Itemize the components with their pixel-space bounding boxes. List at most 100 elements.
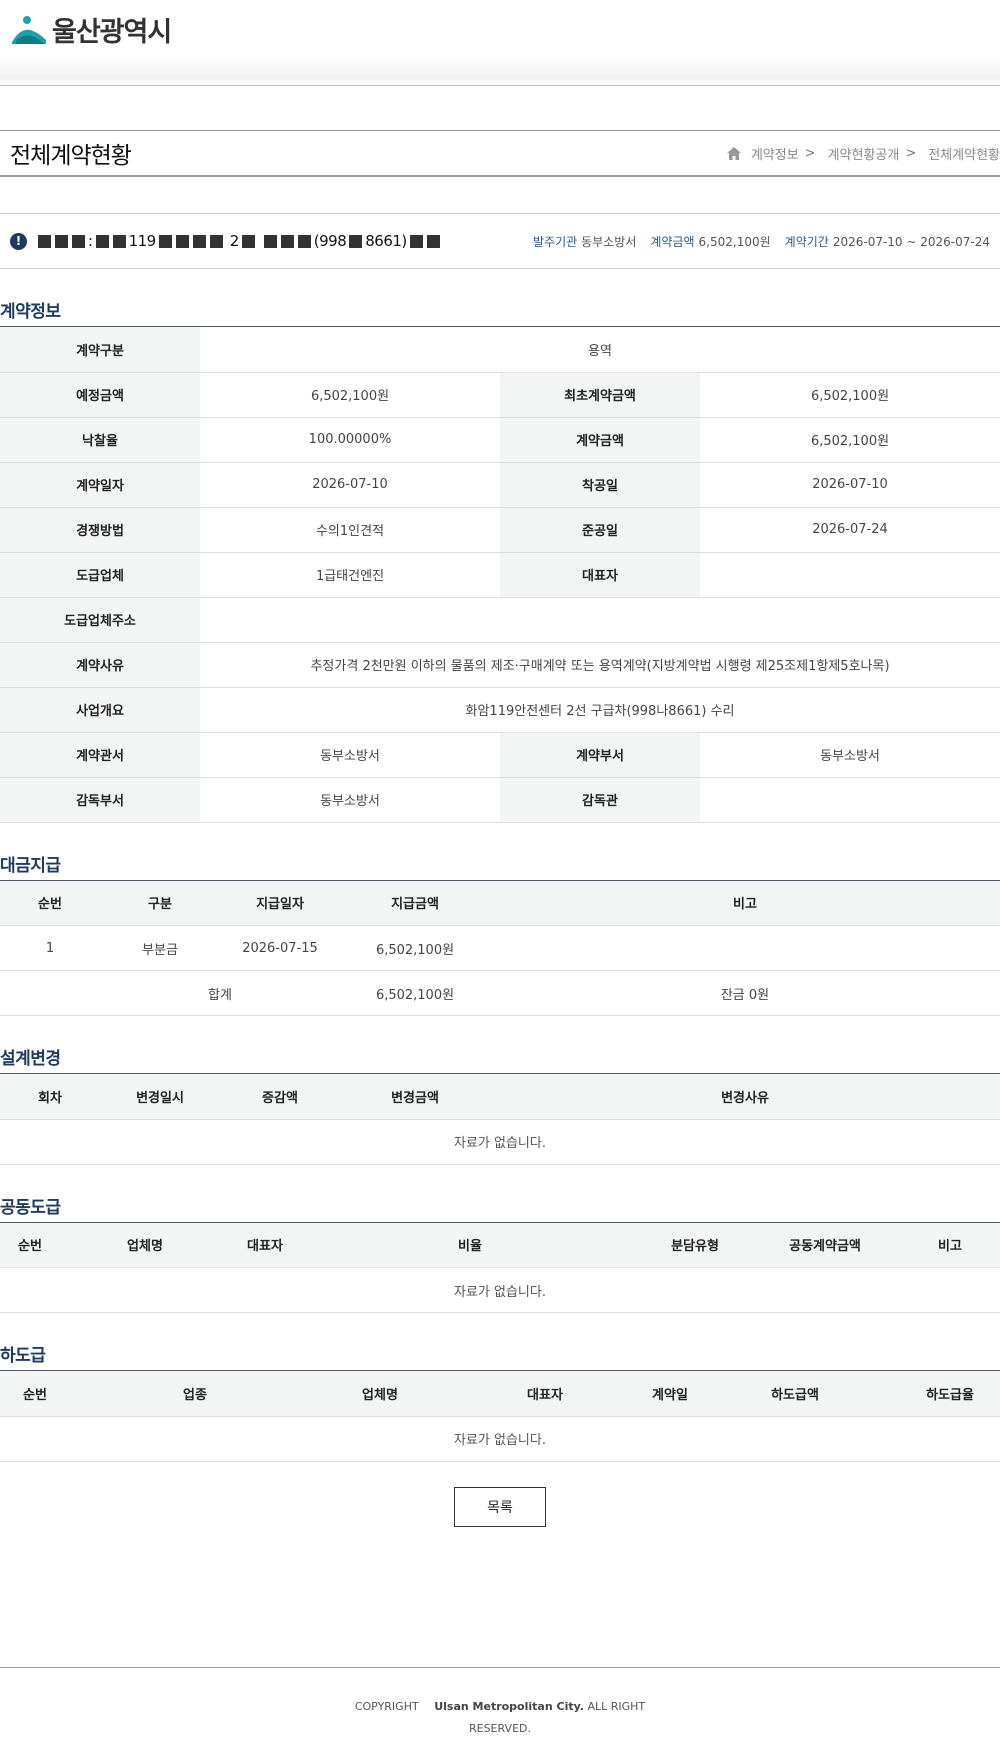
footer-reserved: RESERVED. (468, 1721, 531, 1735)
section-title: 대금지급 (0, 851, 1000, 881)
summary-title-group: ! : 119 2 (998 8661) (10, 232, 441, 250)
field-label: 도급업체 (0, 552, 200, 598)
col-header: 순번 (0, 880, 100, 926)
col-header: 구분 (100, 880, 220, 926)
table-row: 낙찰율 100.00000% 계약금액 6,502,100원 (0, 417, 1000, 463)
section-title: 하도급 (0, 1341, 1000, 1371)
design-change-section: 설계변경 회차 변경일시 증감액 변경금액 변경사유 자료가 없습니다. (0, 1044, 1000, 1165)
field-value: 6,502,100원 (700, 417, 1000, 463)
col-header: 계약일 (650, 1371, 690, 1417)
col-header: 변경일시 (100, 1074, 220, 1120)
ulsan-logo-icon (12, 15, 46, 44)
section-title: 계약정보 (0, 297, 1000, 327)
cell: 2026-07-15 (220, 925, 340, 971)
contract-title-part: : (88, 232, 93, 250)
contract-title-part: 8661) (365, 232, 407, 250)
field-value: 6,502,100원 (700, 372, 1000, 418)
joint-contract-section: 공동도급 순번 업체명 대표자 비율 분담유형 공동계약금액 비고 자료가 없습… (0, 1193, 1000, 1313)
redaction-block (158, 234, 172, 248)
field-label: 사업개요 (0, 687, 200, 733)
site-header: 울산광역시 (0, 0, 1000, 86)
issuer-value: 동부소방서 (581, 234, 637, 249)
period-label: 계약기간 (784, 234, 829, 249)
breadcrumb-item-contract-info[interactable]: 계약정보 (751, 144, 799, 163)
table-row: 예정금액 6,502,100원 최초계약금액 6,502,100원 (0, 372, 1000, 418)
field-label: 준공일 (500, 507, 700, 553)
issuer-label: 발주기관 (532, 234, 578, 249)
footer-rights: ALL RIGHT (587, 1699, 646, 1713)
field-value: 2026-07-10 (200, 462, 500, 508)
field-value: 동부소방서 (200, 777, 500, 823)
redaction-block (72, 234, 85, 248)
field-value: 동부소방서 (700, 732, 1000, 778)
field-value: 6,502,100원 (200, 372, 500, 418)
subcontract-table: 순번 업종 업체명 대표자 계약일 하도급액 하도급율 자료가 없습니다. (0, 1371, 1000, 1462)
total-label: 합계 (0, 970, 340, 1016)
col-header: 비고 (900, 1222, 1000, 1268)
field-label: 최초계약금액 (500, 372, 700, 418)
redaction-block (192, 234, 206, 248)
summary-amount: 계약금액 6,502,100원 (650, 233, 770, 250)
list-button[interactable]: 목록 (454, 1486, 546, 1527)
site-footer: COPYRIGHT Ulsan Metropolitan City. ALL R… (0, 1666, 1000, 1763)
field-label: 계약관서 (0, 732, 200, 778)
table-row: 감독부서 동부소방서 감독관 (0, 777, 1000, 823)
table-header-row: 순번 업종 업체명 대표자 계약일 하도급액 하도급율 (0, 1371, 1000, 1417)
total-note: 잔금 0원 (490, 970, 1000, 1016)
total-row: 합계 6,502,100원 잔금 0원 (0, 970, 1000, 1016)
contract-title-part: 2 (229, 232, 240, 250)
site-logo[interactable]: 울산광역시 (10, 10, 172, 49)
col-header: 순번 (0, 1371, 70, 1417)
title-bar: 전체계약현황 계약정보 > 계약현황공개 > 전체계약현황 (0, 130, 1000, 177)
payment-section: 대금지급 순번 구분 지급일자 지급금액 비고 1 부분금 2026-07-15… (0, 851, 1000, 1016)
summary-period: 계약기간 2026-07-10 ~ 2026-07-24 (785, 233, 990, 250)
redaction-block (263, 234, 277, 248)
redaction-block (349, 234, 363, 248)
page-title: 전체계약현황 (10, 143, 132, 169)
breadcrumb-separator: > (905, 145, 917, 161)
table-header-row: 순번 업체명 대표자 비율 분담유형 공동계약금액 비고 (0, 1222, 1000, 1268)
redaction-block (280, 234, 294, 248)
empty-message: 자료가 없습니다. (0, 1416, 1000, 1462)
col-header: 분담유형 (640, 1222, 750, 1268)
field-label: 계약구분 (0, 327, 200, 373)
design-change-table: 회차 변경일시 증감액 변경금액 변경사유 자료가 없습니다. (0, 1074, 1000, 1165)
breadcrumb-item-contract-disclosure[interactable]: 계약현황공개 (828, 144, 900, 163)
col-header: 비율 (300, 1222, 640, 1268)
empty-row: 자료가 없습니다. (0, 1267, 1000, 1313)
redaction-block (209, 234, 223, 248)
field-value: 용역 (200, 327, 1000, 373)
contract-info-table: 계약구분 용역 예정금액 6,502,100원 최초계약금액 6,502,100원 낙찰율 1… (0, 327, 1000, 823)
col-header: 변경사유 (490, 1074, 1000, 1120)
col-header: 지급일자 (220, 880, 340, 926)
breadcrumb-item-all-contracts[interactable]: 전체계약현황 (928, 144, 1000, 163)
contract-title-part: (998 (313, 232, 347, 250)
period-value: 2026-07-10 ~ 2026-07-24 (832, 234, 990, 249)
section-title: 설계변경 (0, 1044, 1000, 1074)
redaction-block (38, 234, 51, 248)
redaction-block (175, 234, 189, 248)
field-label: 도급업체주소 (0, 597, 200, 643)
field-label: 계약사유 (0, 642, 200, 688)
empty-message: 자료가 없습니다. (0, 1267, 1000, 1313)
col-header: 변경금액 (340, 1074, 490, 1120)
field-label: 낙찰율 (0, 417, 200, 463)
footer-org: Ulsan Metropolitan City. (434, 1699, 584, 1713)
home-icon[interactable] (726, 146, 741, 160)
field-label: 계약일자 (0, 462, 200, 508)
summary-meta: 발주기관 동부소방서 계약금액 6,502,100원 계약기간 2026-07-10 … (533, 233, 990, 250)
col-header: 하도급율 (900, 1371, 1000, 1417)
empty-row: 자료가 없습니다. (0, 1119, 1000, 1165)
field-label: 계약금액 (500, 417, 700, 463)
col-header: 업체명 (60, 1222, 230, 1268)
redaction-block (55, 234, 68, 248)
col-header: 하도급액 (690, 1371, 900, 1417)
table-row: 1 부분금 2026-07-15 6,502,100원 (0, 925, 1000, 971)
table-row: 계약사유 추정가격 2천만원 이하의 물품의 제조·구매계약 또는 용역계약(지방… (0, 642, 1000, 688)
col-header: 지급금액 (340, 880, 490, 926)
field-value: 1급태건엔진 (200, 552, 500, 598)
field-label: 계약부서 (500, 732, 700, 778)
summary-issuer: 발주기관 동부소방서 (533, 233, 636, 250)
col-header: 대표자 (440, 1371, 650, 1417)
field-value: 100.00000% (200, 417, 500, 463)
